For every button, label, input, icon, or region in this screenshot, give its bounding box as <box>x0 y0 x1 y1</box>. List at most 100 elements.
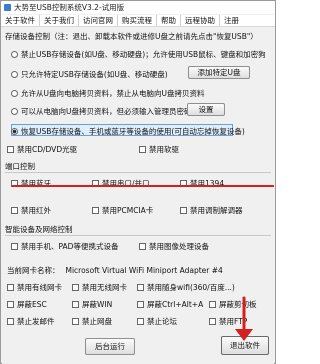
storage-option-label: 恢复USB存储设备、手机或蓝牙等设备的使用(可自动忘掉恢复设备) <box>21 127 245 136</box>
add-special-usb-button[interactable]: 添加特定U盘 <box>188 66 250 79</box>
disable-wireless-nic-checkbox[interactable]: 禁用无线网卡 <box>72 282 127 293</box>
disable-cd-dvd-checkbox[interactable]: 禁用CD/DVD光驱 <box>7 144 77 155</box>
storage-option-disable-usb[interactable]: 禁止USB存储设备(如U盘、移动硬盘)；允许使用USB鼠标、键盘和加密狗 <box>11 49 266 60</box>
disable-bluetooth-checkbox[interactable]: 禁用蓝牙 <box>11 178 51 189</box>
checkbox-label: 禁用随身wifi(360/百度...) <box>147 283 235 292</box>
block-forum-checkbox[interactable]: 禁止论坛 <box>137 316 177 327</box>
disable-modem-checkbox[interactable]: 禁用调制解调器 <box>180 205 243 216</box>
checkbox[interactable] <box>7 318 14 325</box>
storage-option-copy-from-usb[interactable]: 允许从U盘向电脑拷贝资料，禁止从电脑向U盘拷贝资料 <box>11 88 204 99</box>
checkbox[interactable] <box>139 243 146 250</box>
disable-ftp-checkbox[interactable]: 禁用FTP <box>209 316 247 327</box>
main-panel: 存储设备控制（注：退出、卸载本软件或进修U盘之前请先点击"恢复USB"） 禁止U… <box>2 28 274 364</box>
checkbox[interactable] <box>139 146 146 153</box>
storage-option-password-copy[interactable]: 可以从电脑向U盘拷贝资料，但必须输入管理员密码 <box>11 106 192 117</box>
checkbox[interactable] <box>180 207 187 214</box>
menu-website[interactable]: 访问官网 <box>79 15 118 26</box>
window-title: 大势至USB控制系统V3.2-试用版 <box>14 3 125 12</box>
checkbox-label: 屏蔽ESC <box>17 300 47 309</box>
radio-button-selected[interactable] <box>11 128 18 135</box>
checkbox-label: 屏蔽Ctrl+Alt+A <box>147 300 204 309</box>
app-window: 大势至USB控制系统V3.2-试用版 关于软件 关于我们 访问官网 购买流程 帮… <box>0 0 276 364</box>
block-cloud-drive-checkbox[interactable]: 禁止网盘 <box>72 316 112 327</box>
checkbox[interactable] <box>209 318 216 325</box>
menu-about-us[interactable]: 关于我们 <box>40 15 79 26</box>
disable-portable-wifi-checkbox[interactable]: 禁用随身wifi(360/百度...) <box>137 282 235 293</box>
storage-option-label: 允许从U盘向电脑拷贝资料，禁止从电脑向U盘拷贝资料 <box>21 89 205 98</box>
checkbox[interactable] <box>92 207 99 214</box>
nic-name-row: 当前网卡名称： Microsoft Virtual WiFi Miniport … <box>7 265 223 276</box>
checkbox[interactable] <box>72 284 79 291</box>
checkbox[interactable] <box>7 146 14 153</box>
checkbox[interactable] <box>72 318 79 325</box>
checkbox-label: 禁用CD/DVD光驱 <box>17 145 78 154</box>
port-section-header: 端口控制 <box>5 162 35 171</box>
checkbox-label: 禁止发邮件 <box>17 317 55 326</box>
menu-remote-assist[interactable]: 远程协助 <box>181 15 220 26</box>
menu-about-software[interactable]: 关于软件 <box>1 15 40 26</box>
disable-imaging-devices-checkbox[interactable]: 禁用图像处理设备 <box>139 241 209 252</box>
title-bar: 大势至USB控制系统V3.2-试用版 <box>1 1 275 14</box>
block-win-checkbox[interactable]: 屏蔽WIN <box>72 299 112 310</box>
block-email-checkbox[interactable]: 禁止发邮件 <box>7 316 55 327</box>
menu-register[interactable]: 注册 <box>220 15 243 26</box>
app-icon <box>4 4 11 11</box>
block-ctrl-alt-a-checkbox[interactable]: 屏蔽Ctrl+Alt+A <box>137 299 203 310</box>
menu-help[interactable]: 帮助 <box>157 15 181 26</box>
checkbox-label: 禁用1394 <box>190 179 225 188</box>
checkbox-label: 禁用无线网卡 <box>82 283 127 292</box>
checkbox-label: 禁止论坛 <box>147 317 177 326</box>
checkbox-label: 禁用串口/并口 <box>102 179 150 188</box>
checkbox-label: 禁用FTP <box>219 317 248 326</box>
disable-1394-checkbox[interactable]: 禁用1394 <box>180 178 224 189</box>
storage-option-label: 禁止USB存储设备(如U盘、移动硬盘)；允许使用USB鼠标、键盘和加密狗 <box>21 50 266 59</box>
checkbox[interactable] <box>137 318 144 325</box>
nic-name-label: 当前网卡名称： <box>7 266 60 275</box>
disable-wired-nic-checkbox[interactable]: 禁用有线网卡 <box>7 282 62 293</box>
checkbox-label: 禁用调制解调器 <box>190 206 243 215</box>
radio-button[interactable] <box>11 71 18 78</box>
block-esc-checkbox[interactable]: 屏蔽ESC <box>7 299 47 310</box>
divider <box>5 235 271 236</box>
checkbox[interactable] <box>11 243 18 250</box>
settings-button[interactable]: 设置 <box>187 103 225 116</box>
storage-option-label: 可以从电脑向U盘拷贝资料，但必须输入管理员密码 <box>21 107 192 116</box>
radio-button[interactable] <box>11 108 18 115</box>
checkbox-label: 禁用红外 <box>21 206 51 215</box>
storage-option-label: 只允许特定USB存储设备(如U盘、移动硬盘) <box>21 70 168 79</box>
menu-bar: 关于软件 关于我们 访问官网 购买流程 帮助 远程协助 注册 <box>1 15 275 27</box>
smart-network-section-header: 智能设备及网络控制 <box>5 225 73 234</box>
disable-portable-devices-checkbox[interactable]: 禁用手机、PAD等便携式设备 <box>11 241 118 252</box>
storage-option-restore-usb[interactable]: 恢复USB存储设备、手机或蓝牙等设备的使用(可自动忘掉恢复设备) <box>11 126 245 137</box>
exit-software-button[interactable]: 退出软件 <box>221 336 269 355</box>
radio-button[interactable] <box>11 90 18 97</box>
checkbox[interactable] <box>7 301 14 308</box>
checkbox-label: 禁用有线网卡 <box>17 283 62 292</box>
checkbox[interactable] <box>7 284 14 291</box>
annotation-red-underline <box>12 185 274 187</box>
disable-serial-parallel-checkbox[interactable]: 禁用串口/并口 <box>92 178 150 189</box>
storage-section-header: 存储设备控制（注：退出、卸载本软件或进修U盘之前请先点击"恢复USB"） <box>5 32 258 41</box>
background-run-button[interactable]: 后台运行 <box>85 338 135 355</box>
checkbox[interactable] <box>137 301 144 308</box>
nic-name-value: Microsoft Virtual WiFi Miniport Adapter … <box>65 266 223 275</box>
radio-button[interactable] <box>11 51 18 58</box>
menu-purchase[interactable]: 购买流程 <box>118 15 157 26</box>
checkbox[interactable] <box>11 207 18 214</box>
checkbox-label: 禁用手机、PAD等便携式设备 <box>21 242 119 251</box>
checkbox[interactable] <box>72 301 79 308</box>
disable-infrared-checkbox[interactable]: 禁用红外 <box>11 205 51 216</box>
checkbox-label: 禁用蓝牙 <box>21 179 51 188</box>
checkbox-label: 禁用软驱 <box>149 145 179 154</box>
disable-pcmcia-checkbox[interactable]: 禁用PCMCIA卡 <box>92 205 153 216</box>
checkbox[interactable] <box>209 301 216 308</box>
divider <box>5 172 271 173</box>
checkbox[interactable] <box>137 284 144 291</box>
checkbox-label: 屏蔽WIN <box>82 300 113 309</box>
checkbox-label: 禁用图像处理设备 <box>149 242 209 251</box>
block-clipboard-checkbox[interactable]: 屏蔽剪切板 <box>209 299 257 310</box>
checkbox-label: 禁用PCMCIA卡 <box>102 206 154 215</box>
disable-floppy-checkbox[interactable]: 禁用软驱 <box>139 144 179 155</box>
checkbox-label: 禁止网盘 <box>82 317 112 326</box>
storage-option-specific-usb[interactable]: 只允许特定USB存储设备(如U盘、移动硬盘) <box>11 69 168 80</box>
